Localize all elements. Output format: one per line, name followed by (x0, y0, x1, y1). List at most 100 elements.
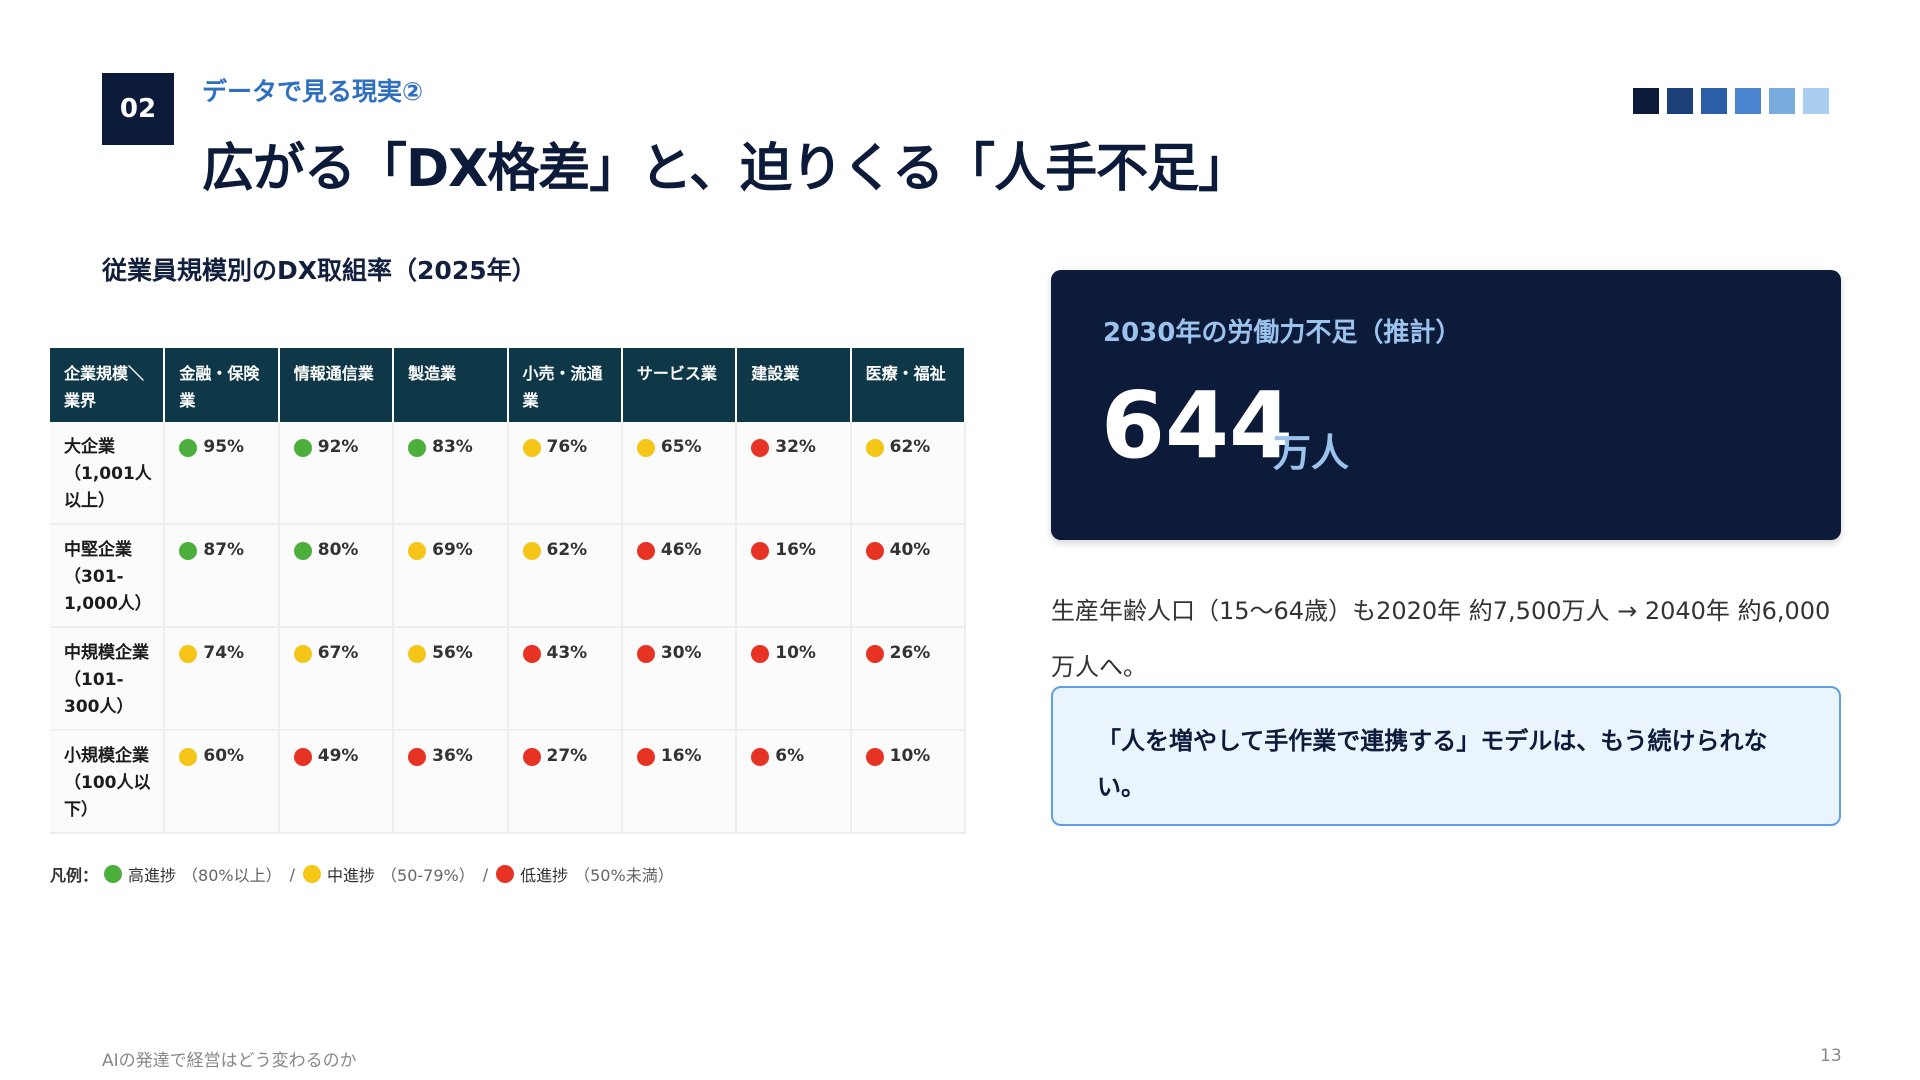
page-number: 13 (1820, 1046, 1842, 1066)
rate-cell: 27% (507, 730, 623, 834)
status-dot-icon (751, 747, 770, 766)
rate-cell: 87% (164, 524, 280, 628)
status-dot-icon (636, 438, 655, 457)
page-title: 広がる「DX格差」と、迫りくる「人手不足」 (202, 139, 1250, 199)
stat-label: 2030年の労働力不足（推計） (1103, 318, 1462, 348)
decorative-square (1769, 88, 1795, 114)
rate-value: 36% (432, 746, 473, 766)
rate-cell: 76% (507, 422, 623, 525)
status-dot-icon (522, 541, 541, 560)
status-dot-icon (179, 644, 198, 663)
table-row: 小規模企業（100人以下） 60% 49% 36% 27% 16% 6% 10% (50, 730, 967, 834)
row-header-cell: 大企業（1,001人以上） (50, 422, 166, 525)
rate-cell: 65% (621, 422, 738, 525)
rate-cell: 10% (850, 730, 967, 834)
rate-cell: 16% (621, 730, 738, 834)
status-dot-icon (865, 747, 884, 766)
footer-title: AIの発達で経営はどう変わるのか (102, 1051, 357, 1071)
rate-cell: 60% (164, 730, 280, 834)
rate-value: 16% (660, 746, 702, 766)
row-header-cell: 中堅企業（301-1,000人） (50, 524, 166, 628)
table-header-cell: サービス業 (621, 348, 738, 422)
rate-cell: 80% (278, 524, 395, 628)
rate-cell: 62% (507, 524, 623, 628)
table-row: 中堅企業（301-1,000人） 87% 80% 69% 62% 46% 16% 40% (50, 524, 967, 628)
status-dot-icon (522, 747, 541, 766)
table-row: 中規模企業（101-300人） 74% 67% 56% 43% 30% 10% 26% (50, 627, 967, 731)
population-text: 生産年齢人口（15〜64歳）も2020年 約7,500万人 → 2040年 約6… (1051, 597, 1831, 681)
rate-value: 74% (203, 643, 245, 663)
table-header-row: 企業規模＼業界 金融・保険業 情報通信業 製造業 小売・流通業 サービス業 建設業 医療・福祉 (50, 348, 967, 422)
row-header-cell: 中規模企業（101-300人） (50, 627, 166, 731)
rate-cell: 83% (393, 422, 509, 525)
table-row: 大企業（1,001人以上） 95% 92% 83% 76% 65% 32% 62% (50, 422, 967, 525)
table-header-cell: 情報通信業 (278, 348, 395, 422)
status-dot-icon (179, 541, 198, 560)
rate-value: 27% (546, 746, 588, 766)
rate-cell: 74% (164, 627, 280, 731)
status-dot-icon (751, 644, 770, 663)
rate-cell: 43% (507, 627, 623, 731)
status-dot-icon (636, 747, 655, 766)
section-subtitle: データで見る現実② (202, 77, 424, 106)
status-dot-icon (408, 438, 427, 457)
table-header-cell: 企業規模＼業界 (50, 348, 166, 422)
status-dot-icon (408, 644, 427, 663)
status-dot-icon (751, 438, 770, 457)
rate-value: 62% (889, 437, 931, 457)
status-dot-icon (293, 747, 312, 766)
rate-cell: 16% (736, 524, 852, 628)
status-dot-icon (408, 747, 427, 766)
table-legend: 凡例： 高進捗 （80%以上） / 中進捗 （50-79%） / 低進捗 （50%未満） (50, 862, 674, 886)
status-dot-icon (293, 644, 312, 663)
rate-cell: 46% (621, 524, 738, 628)
rate-value: 10% (889, 746, 931, 766)
decorative-squares (1633, 88, 1829, 114)
rate-cell: 92% (278, 422, 395, 525)
rate-cell: 26% (850, 627, 967, 731)
rate-value: 26% (889, 643, 931, 663)
rate-cell: 36% (393, 730, 509, 834)
status-dot-icon (636, 541, 655, 560)
rate-value: 43% (546, 643, 588, 663)
rate-value: 92% (317, 437, 359, 457)
rate-value: 80% (317, 540, 359, 560)
table-header-cell: 製造業 (393, 348, 509, 422)
legend-range: （50%未満） (574, 866, 674, 885)
status-dot-icon (751, 541, 770, 560)
rate-value: 30% (660, 643, 702, 663)
rate-value: 69% (432, 540, 473, 560)
rate-value: 65% (660, 437, 702, 457)
rate-cell: 49% (278, 730, 395, 834)
status-dot-icon (522, 438, 541, 457)
rate-cell: 6% (736, 730, 852, 834)
rate-value: 32% (775, 437, 816, 457)
rate-value: 87% (203, 540, 245, 560)
decorative-square (1667, 88, 1693, 114)
legend-range: （80%以上） (182, 866, 282, 885)
status-dot-icon (865, 438, 884, 457)
dx-rate-table-container: 企業規模＼業界 金融・保険業 情報通信業 製造業 小売・流通業 サービス業 建設業 医療・福祉… (50, 348, 967, 834)
rate-cell: 56% (393, 627, 509, 731)
legend-dot-icon (104, 865, 123, 883)
labor-shortage-card: 2030年の労働力不足（推計） 644 万人 (1051, 270, 1841, 540)
table-header-cell: 金融・保険業 (164, 348, 280, 422)
rate-cell: 10% (736, 627, 852, 731)
rate-cell: 62% (850, 422, 967, 525)
rate-cell: 69% (393, 524, 509, 628)
section-number-badge: 02 (102, 73, 174, 145)
rate-cell: 30% (621, 627, 738, 731)
status-dot-icon (865, 644, 884, 663)
legend-separator: / (289, 864, 295, 884)
rate-value: 76% (546, 437, 588, 457)
table-caption: 従業員規模別のDX取組率（2025年） (102, 256, 537, 285)
legend-label: 中進捗 (327, 866, 376, 885)
decorative-square (1633, 88, 1659, 114)
rate-value: 62% (546, 540, 588, 560)
rate-value: 49% (317, 746, 359, 766)
legend-range: （50-79%） (381, 866, 475, 885)
status-dot-icon (522, 644, 541, 663)
decorative-square (1735, 88, 1761, 114)
rate-cell: 95% (164, 422, 280, 525)
rate-value: 46% (660, 540, 702, 560)
